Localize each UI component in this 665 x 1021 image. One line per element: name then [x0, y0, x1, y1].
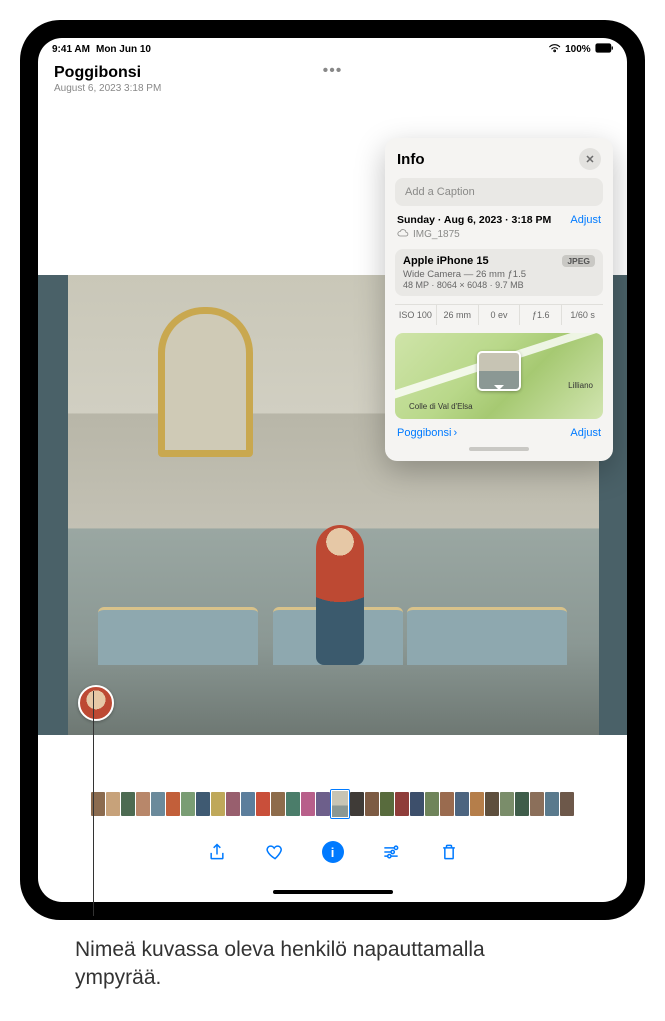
thumbnail[interactable]	[271, 792, 285, 816]
device-info-block[interactable]: Apple iPhone 15 JPEG Wide Camera — 26 mm…	[395, 249, 603, 296]
thumbnail[interactable]	[395, 792, 409, 816]
caption-input[interactable]: Add a Caption	[395, 178, 603, 206]
filename: IMG_1875	[413, 229, 460, 240]
thumbnail[interactable]	[470, 792, 484, 816]
thumbnail[interactable]	[256, 792, 270, 816]
location-link[interactable]: Poggibonsi ›	[397, 427, 457, 439]
home-indicator[interactable]	[273, 890, 393, 894]
photo-decoration	[158, 307, 253, 457]
thumbnail[interactable]	[106, 792, 120, 816]
person-tag-circle[interactable]	[78, 685, 114, 721]
close-button[interactable]: ✕	[579, 148, 601, 170]
datetime-subtitle: August 6, 2023 3:18 PM	[54, 83, 611, 94]
battery-text: 100%	[565, 44, 591, 55]
thumbnail[interactable]	[196, 792, 210, 816]
thumbnail[interactable]	[380, 792, 394, 816]
delete-button[interactable]	[437, 840, 461, 864]
cloud-icon	[397, 228, 409, 241]
favorite-button[interactable]	[263, 840, 287, 864]
info-button[interactable]: i	[321, 840, 345, 864]
thumbnail-strip[interactable]	[38, 792, 627, 818]
thumbnail[interactable]	[136, 792, 150, 816]
ipad-frame: 9:41 AM Mon Jun 10 100% ••• Poggibonsi A…	[20, 20, 645, 920]
adjust-location-button[interactable]: Adjust	[570, 427, 601, 439]
thumbnail[interactable]	[515, 792, 529, 816]
thumbnail[interactable]	[410, 792, 424, 816]
exif-ev: 0 ev	[479, 305, 521, 325]
battery-icon	[595, 43, 613, 56]
thumbnail-selected[interactable]	[331, 790, 349, 818]
more-icon[interactable]: •••	[323, 62, 343, 80]
chevron-right-icon: ›	[453, 427, 457, 439]
info-icon: i	[322, 841, 344, 863]
photo-viewer[interactable]: Info ✕ Add a Caption Sunday · Aug 6, 202…	[38, 98, 627, 802]
specs-info: 48 MP · 8064 × 6048 · 9.7 MB	[403, 280, 595, 290]
camera-device: Apple iPhone 15	[403, 255, 489, 267]
photo-person	[316, 525, 364, 665]
thumbnail[interactable]	[530, 792, 544, 816]
photo-date: Sunday · Aug 6, 2023 · 3:18 PM	[397, 214, 551, 226]
thumbnail[interactable]	[166, 792, 180, 816]
thumbnail[interactable]	[455, 792, 469, 816]
thumbnail[interactable]	[301, 792, 315, 816]
exif-iso: ISO 100	[395, 305, 437, 325]
thumbnail[interactable]	[151, 792, 165, 816]
map-label: Lilliano	[568, 381, 593, 390]
info-title: Info	[397, 151, 425, 168]
exif-shutter: 1/60 s	[562, 305, 603, 325]
annotation-text: Nimeä kuvassa oleva henkilö napauttamall…	[75, 936, 575, 993]
thumbnail[interactable]	[500, 792, 514, 816]
edit-button[interactable]	[379, 840, 403, 864]
status-time: 9:41 AM	[52, 44, 90, 55]
thumbnail[interactable]	[560, 792, 574, 816]
thumbnail[interactable]	[211, 792, 225, 816]
thumbnail[interactable]	[121, 792, 135, 816]
thumbnail[interactable]	[316, 792, 330, 816]
share-button[interactable]	[205, 840, 229, 864]
thumbnail[interactable]	[241, 792, 255, 816]
thumbnail[interactable]	[365, 792, 379, 816]
thumbnail[interactable]	[440, 792, 454, 816]
status-bar: 9:41 AM Mon Jun 10 100%	[38, 38, 627, 58]
exif-aperture: ƒ1.6	[520, 305, 562, 325]
adjust-date-button[interactable]: Adjust	[570, 214, 601, 226]
callout-line	[93, 691, 94, 916]
thumbnail[interactable]	[350, 792, 364, 816]
thumbnail[interactable]	[485, 792, 499, 816]
exif-row: ISO 100 26 mm 0 ev ƒ1.6 1/60 s	[395, 304, 603, 325]
thumbnail[interactable]	[181, 792, 195, 816]
location-map[interactable]: Colle di Val d'Elsa Lilliano	[395, 333, 603, 419]
photo-decoration	[407, 607, 567, 665]
panel-grabber[interactable]	[469, 447, 529, 451]
thumbnail[interactable]	[425, 792, 439, 816]
map-pin-icon	[477, 351, 521, 391]
bottom-toolbar: i	[38, 840, 627, 864]
thumbnail[interactable]	[545, 792, 559, 816]
format-badge: JPEG	[562, 255, 595, 267]
photo-decoration	[98, 607, 258, 665]
thumbnail[interactable]	[226, 792, 240, 816]
lens-info: Wide Camera — 26 mm ƒ1.5	[403, 269, 595, 280]
exif-focal: 26 mm	[437, 305, 479, 325]
map-label: Colle di Val d'Elsa	[409, 402, 473, 411]
screen: 9:41 AM Mon Jun 10 100% ••• Poggibonsi A…	[38, 38, 627, 902]
close-icon: ✕	[585, 153, 594, 166]
wifi-icon	[548, 43, 561, 56]
status-date: Mon Jun 10	[96, 44, 151, 55]
info-panel: Info ✕ Add a Caption Sunday · Aug 6, 202…	[385, 138, 613, 461]
thumbnail[interactable]	[286, 792, 300, 816]
